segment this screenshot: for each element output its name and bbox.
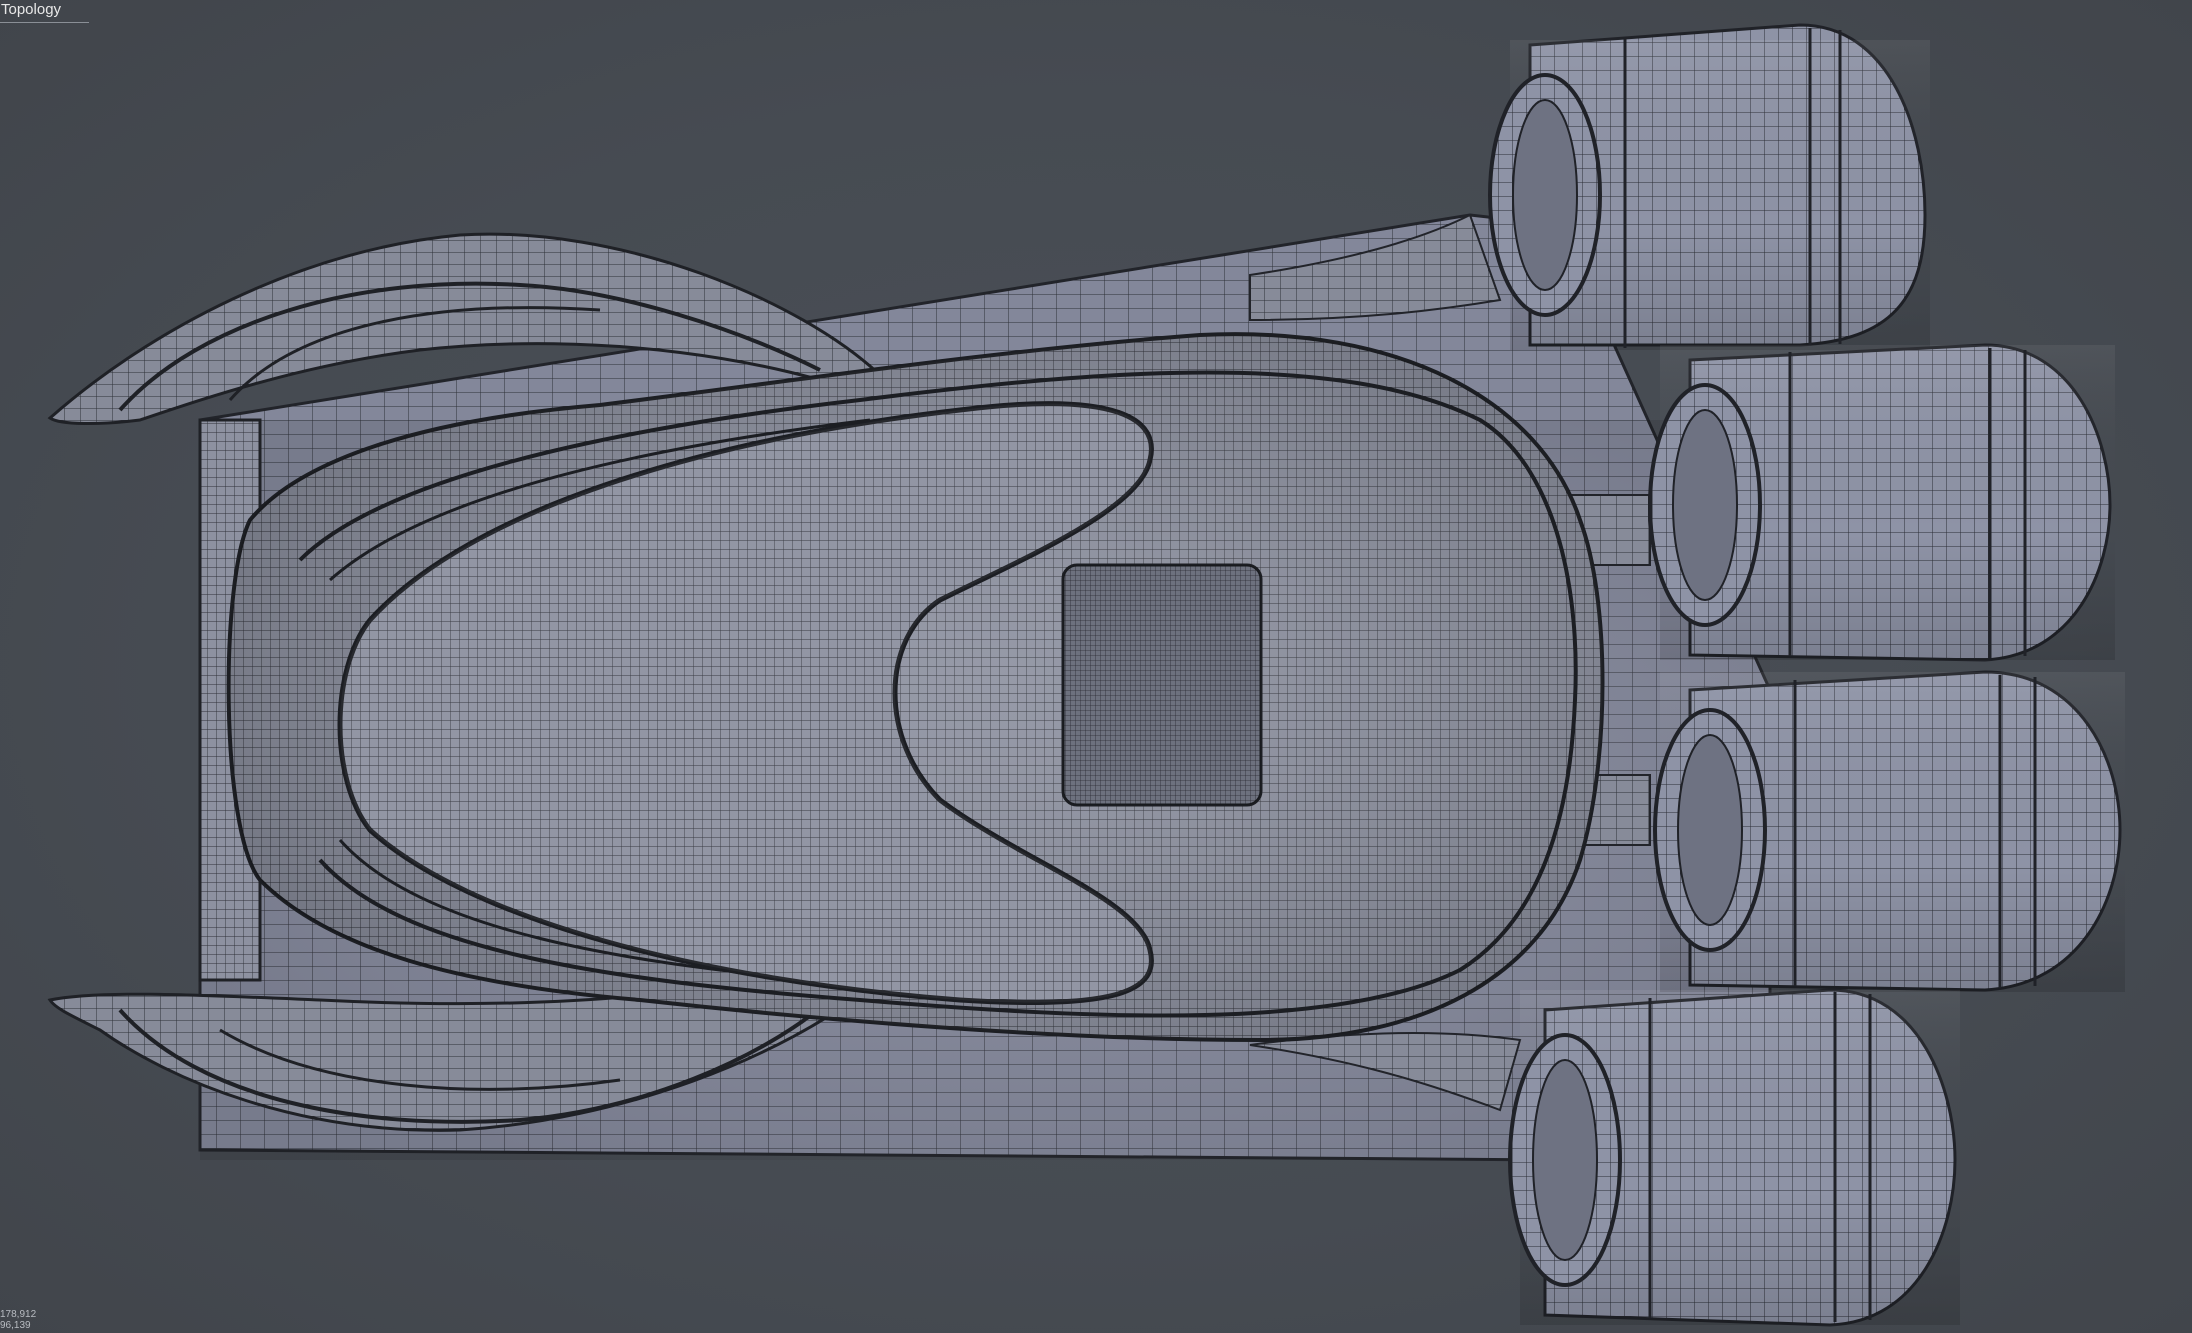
hood-scoop[interactable] bbox=[1061, 563, 1263, 807]
polycount-stats: 178,912 96,139 bbox=[0, 1309, 36, 1331]
viewport-mode-label[interactable]: Topology bbox=[0, 0, 89, 23]
stat-line-1: 178,912 bbox=[0, 1309, 37, 1320]
engine-nacelle-1[interactable] bbox=[1488, 23, 1930, 350]
3d-viewport[interactable]: Topology 178,912 96,139 bbox=[0, 0, 2192, 1333]
engine-nacelle-4[interactable] bbox=[1508, 988, 1960, 1327]
stat-line-2: 96,139 bbox=[0, 1320, 31, 1331]
engine-nacelle-2[interactable] bbox=[1648, 343, 2115, 662]
wireframe-model[interactable] bbox=[0, 0, 2192, 1333]
engine-nacelle-3[interactable] bbox=[1653, 670, 2125, 992]
